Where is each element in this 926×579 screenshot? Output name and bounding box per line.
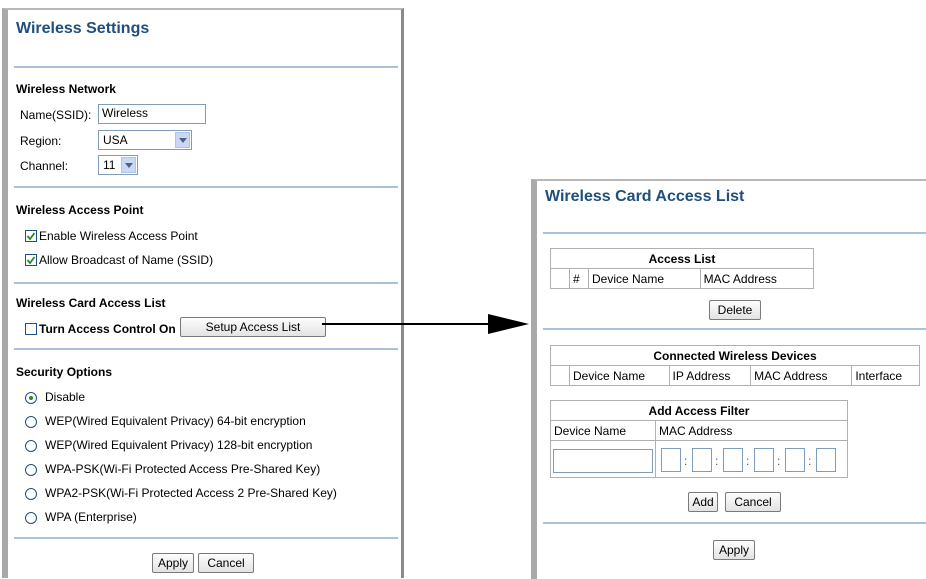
- table-header-cell: IP Address: [668, 365, 752, 386]
- divider: [543, 328, 926, 330]
- table-header-cell: Device Name: [588, 268, 701, 289]
- mac-address-header: MAC Address: [655, 420, 848, 441]
- connected-devices-caption: Connected Wireless Devices: [550, 345, 920, 366]
- device-name-input[interactable]: [553, 449, 653, 473]
- access-list-table: Access List # Device Name MAC Address: [550, 248, 815, 289]
- table-header-cell: MAC Address: [750, 365, 853, 386]
- colon-separator: :: [684, 454, 688, 468]
- device-name-header: Device Name: [550, 420, 656, 441]
- mac-octet-input[interactable]: [785, 448, 805, 472]
- table-header-cell: #: [569, 268, 589, 289]
- add-filter-caption: Add Access Filter: [550, 400, 848, 421]
- table-header-row: # Device Name MAC Address: [550, 268, 815, 289]
- table-header-cell: MAC Address: [699, 268, 815, 289]
- divider: [543, 522, 926, 524]
- mac-octet-input[interactable]: [661, 448, 681, 472]
- access-list-panel: Wireless Card Access List Access List # …: [531, 179, 926, 579]
- table-header-cell: [550, 268, 570, 289]
- table-header-row: Device Name IP Address MAC Address Inter…: [550, 365, 920, 386]
- divider: [543, 232, 926, 234]
- mac-octet-input[interactable]: [692, 448, 712, 472]
- table-header-cell: Interface: [851, 365, 920, 386]
- colon-separator: :: [808, 454, 812, 468]
- colon-separator: :: [777, 454, 781, 468]
- colon-separator: :: [715, 454, 719, 468]
- connected-devices-table: Connected Wireless Devices Device Name I…: [550, 345, 920, 386]
- colon-separator: :: [746, 454, 750, 468]
- table-header-cell: [550, 365, 570, 386]
- table-header-cell: Device Name: [569, 365, 670, 386]
- access-list-page-title: Wireless Card Access List: [545, 188, 745, 205]
- access-list-caption: Access List: [550, 248, 814, 269]
- mac-octet-input[interactable]: [723, 448, 743, 472]
- add-button[interactable]: Add: [688, 492, 718, 512]
- apply-access-list-button[interactable]: Apply: [713, 540, 755, 560]
- mac-octet-input[interactable]: [754, 448, 774, 472]
- cancel-filter-button[interactable]: Cancel: [725, 492, 781, 512]
- delete-button[interactable]: Delete: [709, 300, 761, 320]
- mac-octet-input[interactable]: [816, 448, 836, 472]
